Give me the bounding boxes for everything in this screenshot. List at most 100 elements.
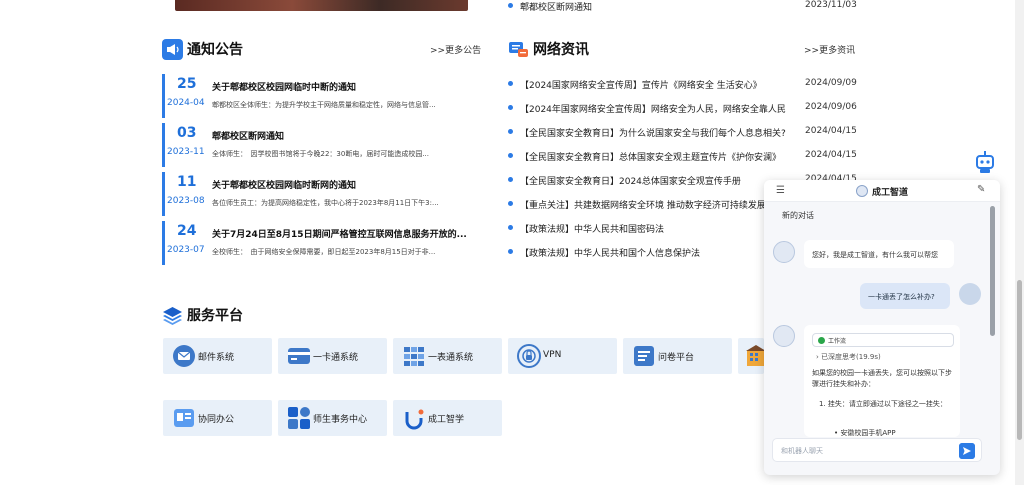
news-title[interactable]: 【政策法规】中华人民共和国密码法 — [520, 222, 790, 235]
notice-day: 25 — [177, 76, 197, 92]
table-icon — [404, 347, 424, 366]
workflow-tag[interactable]: 工作流 — [812, 333, 954, 347]
scroll-thumb[interactable] — [1017, 280, 1022, 440]
service-office[interactable]: 协同办公 — [163, 400, 272, 436]
news-item[interactable]: 【全民国家安全教育日】总体国家安全观主题宣传片《护你安澜》 2024/04/15 — [508, 150, 858, 164]
bullet — [508, 201, 513, 206]
edit-icon[interactable]: ✎ — [977, 184, 985, 195]
news-icon — [509, 42, 528, 57]
assistant-logo — [856, 185, 868, 197]
chat-panel: ☰ 成工智道 ✎ 新的对话 您好，我是成工智道，有什么我可以帮您 一卡通丢了怎么… — [764, 180, 1000, 475]
bullet — [508, 81, 513, 86]
notice-title[interactable]: 关于郫都校区校园网临时中断的通知 — [212, 80, 467, 93]
notices-header: 通知公告 >>更多公告 — [162, 38, 482, 62]
notice-title[interactable]: 关于郫都校区校园网临时断网的通知 — [212, 178, 467, 191]
service-card[interactable]: 一卡通系统 — [278, 338, 387, 374]
news-title[interactable]: 【重点关注】共建数据网络安全环境 推动数字经济可持续发展 — [520, 198, 790, 211]
notice-item[interactable]: 03 2023-11 郫都校区断网通知 全体师生： 因学校图书馆将于今晚22：3… — [162, 123, 467, 167]
thinking-status[interactable]: › 已深度思考(19.9s) — [816, 352, 881, 362]
study-icon — [405, 409, 424, 430]
more-notices-link[interactable]: >>更多公告 — [430, 43, 481, 56]
notice-month: 2024-04 — [167, 98, 205, 108]
service-vpn[interactable]: VPN — [508, 338, 617, 374]
notice-title[interactable]: 关于7月24日至8月15日期间严格管控互联网信息服务开放的... — [212, 227, 467, 240]
new-chat-label[interactable]: 新的对话 — [782, 210, 814, 221]
notice-month: 2023-07 — [167, 245, 205, 255]
news-item[interactable]: 【全民国家安全教育日】为什么说国家安全与我们每个人息息相关? 2024/04/1… — [508, 126, 858, 140]
bullet — [508, 225, 513, 230]
page-scrollbar[interactable] — [1015, 0, 1024, 485]
menu-icon[interactable]: ☰ — [776, 185, 785, 196]
notice-title[interactable]: 郫都校区断网通知 — [212, 129, 467, 142]
chat-title: 成工智道 — [872, 188, 909, 198]
send-icon[interactable] — [959, 443, 975, 459]
service-affairs[interactable]: 师生事务中心 — [278, 400, 387, 436]
mail-icon — [173, 345, 195, 367]
user-question: 一卡通丢了怎么补办? — [868, 293, 935, 301]
news-photo[interactable] — [175, 0, 468, 11]
survey-icon — [634, 346, 654, 366]
service-mail[interactable]: 邮件系统 — [163, 338, 272, 374]
services-title: 服务平台 — [187, 308, 243, 324]
card-icon — [288, 348, 310, 364]
news-date: 2024/04/15 — [805, 126, 857, 136]
news-item[interactable]: 【2024年国家网络安全宣传周】网络安全为人民，网络安全靠人民 2024/09/… — [508, 102, 858, 116]
vpn-icon — [517, 344, 541, 368]
service-label: 一表通系统 — [428, 353, 474, 363]
news-title[interactable]: 郫都校区断网通知 — [520, 0, 592, 13]
greeting-text: 您好，我是成工智道，有什么我可以帮您 — [812, 251, 938, 259]
network-news-header: 网络资讯 >>更多资讯 — [508, 38, 858, 62]
bullet — [508, 3, 513, 8]
more-news-link[interactable]: >>更多资讯 — [804, 43, 855, 56]
notice-month: 2023-11 — [167, 147, 205, 157]
user-avatar — [959, 283, 981, 305]
service-label: 一卡通系统 — [313, 353, 359, 363]
news-title[interactable]: 【2024国家网络安全宣传周】宣传片《网络安全 生活安心》 — [520, 78, 790, 91]
assistant-answer: 工作流 › 已深度思考(19.9s) 如果您的校园一卡通丢失，您可以按照以下步骤… — [804, 325, 960, 437]
notice-day: 11 — [177, 174, 197, 190]
thinking-text: 已深度思考(19.9s) — [821, 353, 881, 361]
robot-icon[interactable] — [973, 150, 997, 174]
service-label: 问卷平台 — [658, 353, 695, 363]
chat-input[interactable]: 和机器人聊天 — [772, 438, 982, 462]
top-news-item[interactable]: 郫都校区断网通知 2023/11/03 — [508, 0, 858, 13]
notice-day: 24 — [177, 223, 197, 239]
notice-item[interactable]: 24 2023-07 关于7月24日至8月15日期间严格管控互联网信息服务开放的… — [162, 221, 467, 265]
answer-intro: 如果您的校园一卡通丢失，您可以按照以下步骤进行挂失和补办： — [812, 369, 952, 388]
notice-item[interactable]: 11 2023-08 关于郫都校区校园网临时断网的通知 各位师生员工：为提高网络… — [162, 172, 467, 216]
notices-title: 通知公告 — [187, 42, 243, 58]
assistant-avatar — [773, 241, 795, 263]
notice-summary: 各位师生员工：为提高网络稳定性，我中心将于2023年8月11日下午3:... — [212, 199, 439, 207]
chat-scrollbar[interactable] — [990, 206, 995, 336]
service-survey[interactable]: 问卷平台 — [623, 338, 732, 374]
layers-icon — [163, 307, 182, 325]
news-title[interactable]: 【政策法规】中华人民共和国个人信息保护法 — [520, 246, 790, 259]
notice-summary: 全校师生： 由于网络安全保障需要，即日起至2023年8月15日对于非... — [212, 248, 436, 256]
news-title[interactable]: 【全民国家安全教育日】2024总体国家安全观宣传手册 — [520, 174, 790, 187]
workflow-label: 工作流 — [828, 338, 847, 345]
service-study[interactable]: 成工智学 — [393, 400, 502, 436]
bullet — [508, 249, 513, 254]
service-label: 师生事务中心 — [313, 415, 368, 425]
news-title[interactable]: 【全民国家安全教育日】为什么说国家安全与我们每个人息息相关? — [520, 126, 790, 139]
service-table[interactable]: 一表通系统 — [393, 338, 502, 374]
check-icon — [818, 337, 825, 344]
news-date: 2024/09/06 — [805, 102, 857, 112]
network-news-title: 网络资讯 — [533, 42, 589, 58]
service-label: 协同办公 — [198, 415, 235, 425]
news-item[interactable]: 【2024国家网络安全宣传周】宣传片《网络安全 生活安心》 2024/09/09 — [508, 78, 858, 92]
service-label: 成工智学 — [428, 415, 465, 425]
notice-item[interactable]: 25 2024-04 关于郫都校区校园网临时中断的通知 郫都校区全体师生：为提升… — [162, 74, 467, 118]
news-date: 2024/04/15 — [805, 150, 857, 160]
news-title[interactable]: 【2024年国家网络安全宣传周】网络安全为人民，网络安全靠人民 — [520, 102, 790, 115]
service-building[interactable] — [738, 338, 766, 374]
chat-input-placeholder: 和机器人聊天 — [781, 447, 823, 455]
answer-step: 1. 挂失：请立即通过以下途径之一挂失： — [819, 400, 947, 408]
chat-header: ☰ 成工智道 ✎ — [764, 180, 1000, 202]
news-date: 2023/11/03 — [805, 0, 857, 10]
megaphone-icon — [162, 39, 183, 60]
news-title[interactable]: 【全民国家安全教育日】总体国家安全观主题宣传片《护你安澜》 — [520, 150, 790, 163]
service-label: 邮件系统 — [198, 353, 235, 363]
affairs-icon — [288, 407, 310, 429]
bullet — [508, 177, 513, 182]
